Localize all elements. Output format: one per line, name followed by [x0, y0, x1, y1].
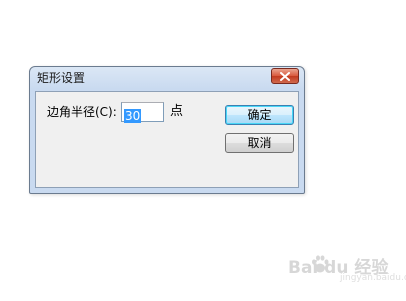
unit-label: 点	[170, 104, 184, 119]
watermark-url: jingyan.baidu.com	[340, 273, 406, 283]
corner-radius-value: 30	[124, 109, 142, 123]
corner-radius-label: 边角半径(C):	[47, 105, 117, 119]
close-icon	[280, 71, 290, 81]
ok-button[interactable]: 确定	[225, 105, 294, 125]
rectangle-settings-dialog: 矩形设置 边角半径(C): 30 点 确定 取消	[29, 66, 305, 194]
dialog-client-area: 边角半径(C): 30 点 确定 取消	[35, 91, 299, 188]
dialog-title: 矩形设置	[37, 71, 86, 85]
close-button[interactable]	[271, 68, 299, 84]
cancel-button[interactable]: 取消	[225, 133, 294, 153]
watermark: Bai du 经验 jingyan.baidu.com	[270, 249, 406, 289]
title-bar[interactable]: 矩形设置	[30, 67, 304, 91]
page: 矩形设置 边角半径(C): 30 点 确定 取消 Bai du 经验 jingy…	[0, 0, 406, 301]
corner-radius-input[interactable]: 30	[121, 102, 164, 123]
